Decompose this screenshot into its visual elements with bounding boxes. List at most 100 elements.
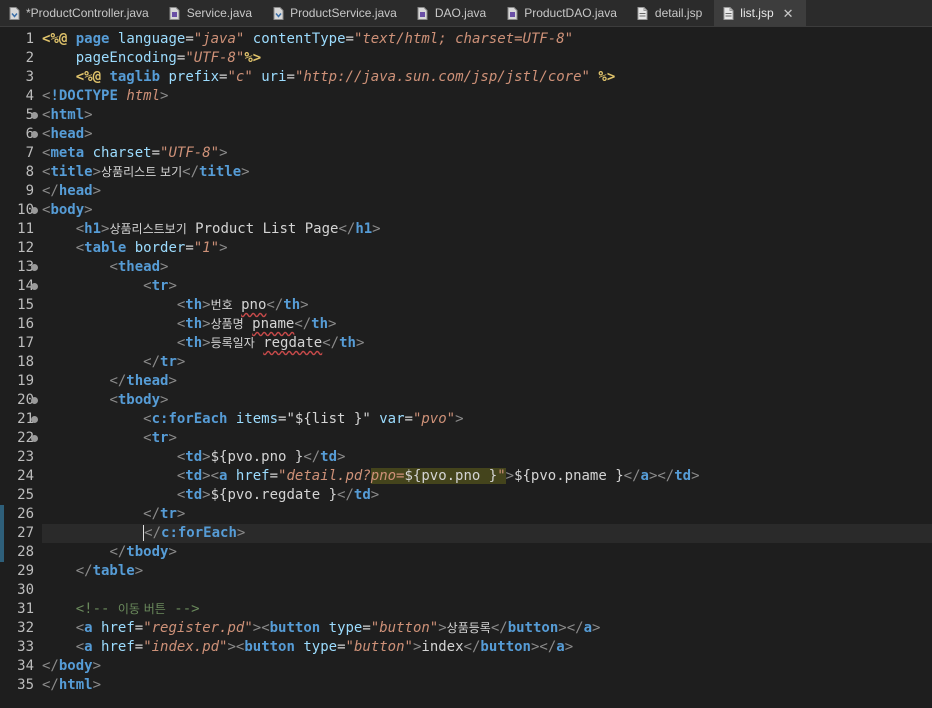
code-token: h1 [355,221,373,237]
code-token: ></ [648,468,675,484]
code-token: "http://java.sun.com/jsp/jstl/core" [294,69,590,85]
code-token: %> [598,69,616,85]
modified-line-marker [0,543,4,562]
code-line: <tr> [42,277,177,296]
code-token: pno= [370,468,405,484]
java-interface-file-icon [169,6,181,20]
close-tab-icon[interactable]: ✕ [783,7,794,20]
code-line: </head> [42,182,101,201]
code-token: " [497,468,506,484]
code-token: ></ [530,639,557,655]
code-line: <html> [42,106,93,125]
code-token: 상품리스트보기 [109,222,187,236]
code-token: a [583,620,593,636]
code-line: pageEncoding="UTF-8"%> [42,49,261,68]
code-token: tr [160,506,177,522]
line-number: 34 [17,658,34,674]
tab-label: DAO.java [434,6,487,20]
code-token: > [355,335,365,351]
line-number: 13 [17,259,34,275]
fold-toggle-icon[interactable] [31,112,38,119]
code-token: 등록일자 [210,336,255,350]
code-editor[interactable]: 1 2 3 4 5 6 7 8 9 10 11 12 13 14 15 16 17 18 19 20 21 22 23 24 2… [0,27,932,708]
code-token: > [592,620,601,636]
code-token: head [50,126,85,142]
code-line: </html> [42,676,101,695]
java-file-icon [272,6,284,20]
code-token: href [235,468,270,484]
tab-productcontroller-java[interactable]: *ProductController.java [0,0,161,26]
code-token: > [202,316,211,332]
code-token: th [339,335,356,351]
code-token: </ [75,563,93,579]
tab-label: ProductDAO.java [524,6,617,20]
code-token: = [345,31,354,47]
fold-toggle-icon[interactable] [31,131,38,138]
code-line: <title>상품리스트 보기</title> [42,163,250,182]
fold-toggle-icon[interactable] [31,416,38,423]
code-token: td [185,487,203,503]
code-token: a [84,639,93,655]
code-line: <!-- 이동 버튼 --> [42,600,200,619]
fold-toggle-icon[interactable] [31,264,38,271]
tab-productdao-java[interactable]: ProductDAO.java [498,0,629,26]
code-token: > [160,392,169,408]
line-number: 19 [17,373,34,389]
code-line: </tbody> [42,543,176,562]
code-token: html [126,88,161,104]
line-number: 12 [17,240,34,256]
code-token: button [244,639,295,655]
code-token: > [219,145,228,161]
code-token: = [337,639,346,655]
code-token: = [404,411,413,427]
line-number: 11 [17,221,34,237]
code-line: <th>번호 pno</th> [42,296,309,315]
code-token: "UTF-8" [160,145,220,161]
code-token: = [134,620,144,636]
tab-service-java[interactable]: Service.java [161,0,264,26]
code-token: > [505,468,515,484]
code-token: tbody [126,544,169,560]
code-token: ></ [558,620,584,636]
code-token: td [674,468,692,484]
code-line: <a href="register.pd"><button type="butt… [42,619,601,638]
tab-list-jsp[interactable]: list.jsp ✕ [714,0,806,26]
code-token: tbody [117,392,161,408]
fold-toggle-icon[interactable] [31,435,38,442]
code-token: "button" [370,620,439,636]
line-number: 14 [17,278,34,294]
fold-toggle-icon[interactable] [31,207,38,214]
line-number: 9 [25,183,34,199]
code-token: a [556,639,565,655]
fold-toggle-icon[interactable] [31,283,38,290]
tab-detail-jsp[interactable]: detail.jsp [629,0,714,26]
code-token: > [202,335,211,351]
line-number: 17 [17,335,34,351]
code-token: > [92,658,102,674]
code-token: </ [337,487,354,503]
code-token: 상품리스트 보기 [101,165,183,179]
code-token: thead [117,259,161,275]
tab-label: detail.jsp [654,6,703,20]
code-token: "UTF-8" [185,50,245,66]
fold-toggle-icon[interactable] [31,397,38,404]
code-token: 상품등록 [446,621,491,635]
code-line: <!DOCTYPE html> [42,87,168,106]
code-area[interactable]: <%@ page language="java" contentType="te… [42,27,932,708]
code-token: > [176,354,186,370]
tab-productservice-java[interactable]: ProductService.java [264,0,409,26]
tab-dao-java[interactable]: DAO.java [409,0,498,26]
code-token: "${list }" [286,411,371,427]
code-token: > [92,183,102,199]
line-number: 27 [17,525,34,541]
